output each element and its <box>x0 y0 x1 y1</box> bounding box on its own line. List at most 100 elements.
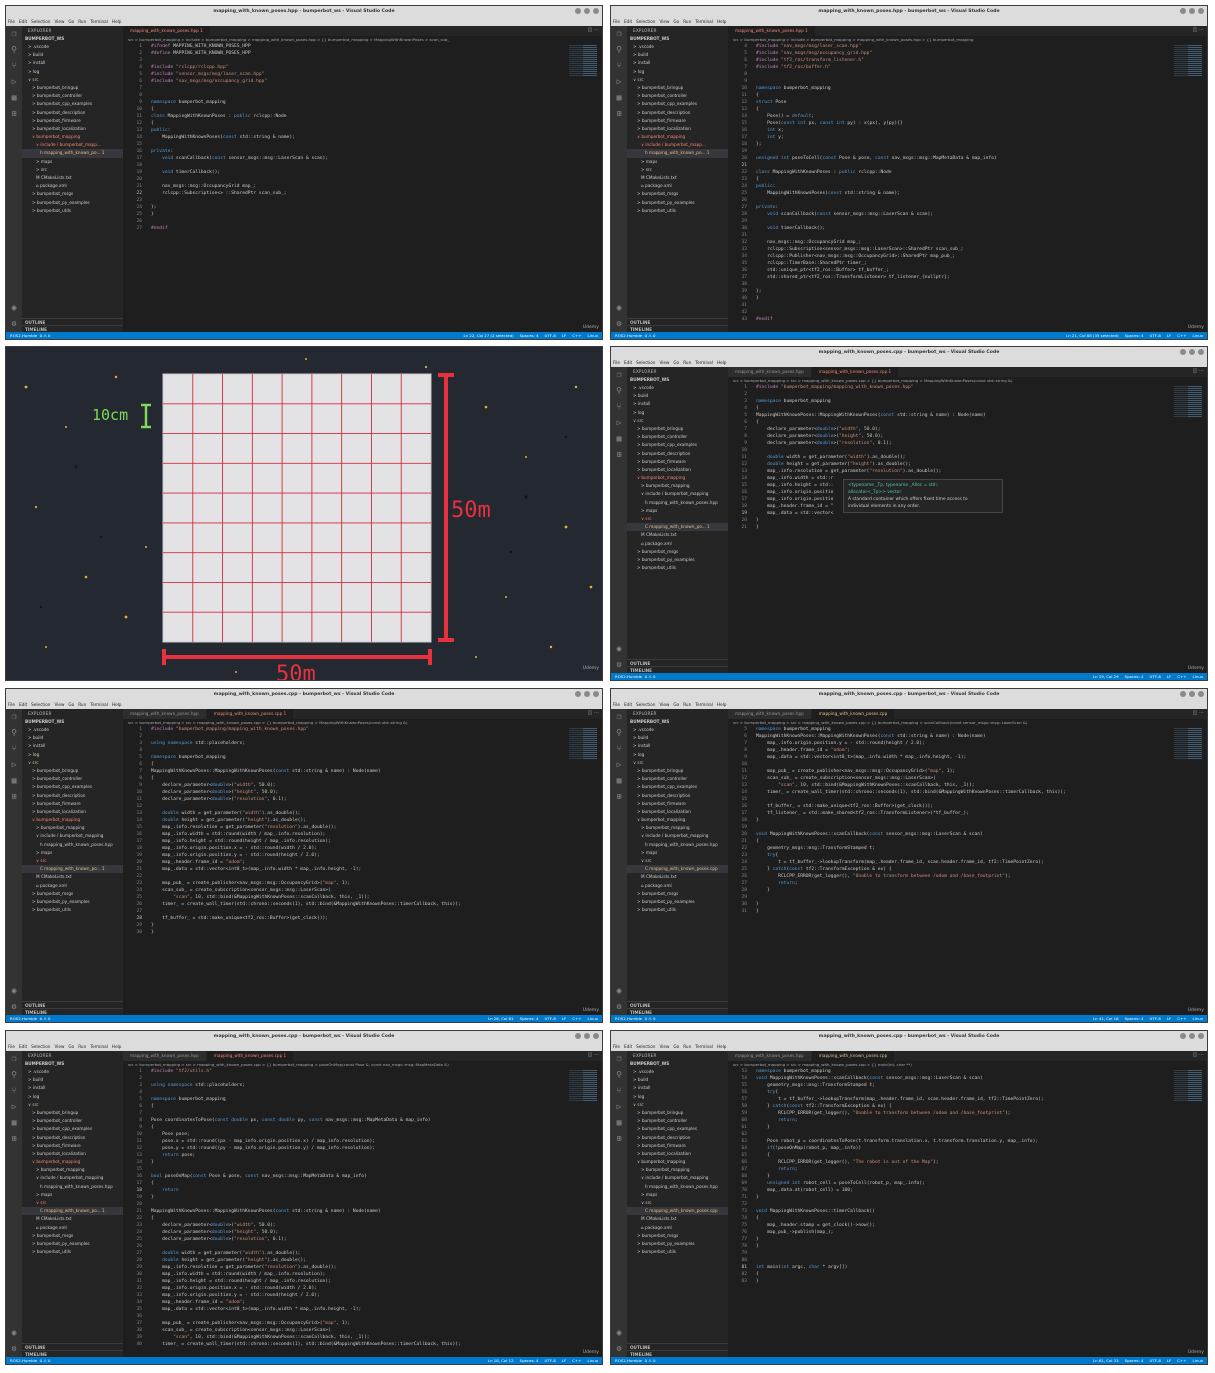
code-line[interactable]: 14} <box>123 1159 564 1166</box>
status-item[interactable]: C++ <box>1177 1016 1186 1021</box>
code-line[interactable]: 20 <box>123 176 564 183</box>
file-tree-item[interactable]: > bumperbot_msgs <box>627 548 728 556</box>
file-tree-item[interactable]: h mapping_with_known_poses.hpp <box>22 841 123 849</box>
split-editor-icon[interactable]: ◫ ⋯ <box>1193 368 1204 374</box>
code-line[interactable]: 22 class MappingWithKnownPoses : public r… <box>728 169 1169 176</box>
file-tree-item[interactable]: ∨ include / bumperbot_mapping <box>22 1174 123 1182</box>
code-line[interactable]: 19 <box>728 148 1169 155</box>
code-line[interactable]: 13 double width = get_parameter("width")… <box>123 810 564 817</box>
file-tree-item[interactable]: > maps <box>22 1191 123 1199</box>
minimap[interactable] <box>1174 45 1202 77</box>
outline-section[interactable]: OUTLINE <box>22 1343 123 1350</box>
code-line[interactable]: 37 std::shared_ptr<tf2_ros::TransformLis… <box>728 274 1169 281</box>
menu-item[interactable]: Edit <box>19 702 27 707</box>
code-line[interactable]: 12 <box>123 803 564 810</box>
source-control-icon[interactable]: ⑂ <box>611 399 627 415</box>
status-item[interactable]: Ln 28, Col 61 <box>488 1016 514 1021</box>
menu-item[interactable]: Go <box>673 360 679 365</box>
source-control-icon[interactable]: ⑂ <box>611 58 627 74</box>
file-tree-item[interactable]: > maps <box>627 158 728 166</box>
code-line[interactable]: 7 map_.info.origin.position.y = - std::r… <box>728 740 1169 747</box>
code-editor[interactable]: 1 #ifndef MAPPING_WITH_KNOWN_POSES_HPP 2 #d… <box>123 43 564 332</box>
code-line[interactable]: 78} <box>728 1243 1169 1250</box>
file-tree-item[interactable]: > bumperbot_cpp_examples <box>22 783 123 791</box>
file-tree-item[interactable]: > bumperbot_mapping <box>22 824 123 832</box>
code-line[interactable]: 75 map_.header.stamp = get_clock()->now(… <box>728 1222 1169 1229</box>
file-tree-item[interactable]: ∨ src <box>627 857 728 865</box>
file-tree-item[interactable]: > install <box>22 59 123 67</box>
status-item[interactable]: C++ <box>572 1358 581 1363</box>
account-icon[interactable]: ◉ <box>611 641 627 657</box>
menu-item[interactable]: Edit <box>19 1044 27 1049</box>
file-tree-item[interactable]: > bumperbot_cpp_examples <box>627 441 728 449</box>
run-debug-icon[interactable]: ▷ <box>6 757 22 773</box>
menu-item[interactable]: Run <box>683 702 691 707</box>
menu-item[interactable]: Selection <box>636 19 655 24</box>
code-line[interactable]: 5 namespace bumperbot_mapping <box>728 726 1169 733</box>
account-icon[interactable]: ◉ <box>611 1325 627 1341</box>
menu-item[interactable]: View <box>659 702 669 707</box>
code-line[interactable]: 56 try{ <box>728 1089 1169 1096</box>
code-line[interactable]: 21 map_.data = std::vector<int8_t>(map_.… <box>123 866 564 873</box>
file-tree-item[interactable]: > bumperbot_controller <box>22 775 123 783</box>
file-tree-item[interactable]: > bumperbot_firmware <box>22 1142 123 1150</box>
code-line[interactable]: 18}; <box>728 141 1169 148</box>
file-tree-item[interactable]: > log <box>22 1093 123 1101</box>
code-line[interactable]: 28 tf_buffer_ = std::make_unique<tf2_ros… <box>123 915 564 922</box>
search-icon[interactable]: ⚲ <box>611 42 627 58</box>
code-line[interactable]: 39 "scan", 10, std::bind(&MappingWithKno… <box>123 1334 564 1341</box>
file-tree-item[interactable]: > bumperbot_cpp_examples <box>627 783 728 791</box>
code-line[interactable]: 3 namespace bumperbot_mapping <box>728 398 1169 405</box>
file-tree-item[interactable]: > bumperbot_utils <box>627 906 728 914</box>
code-line[interactable]: 13 "scan", 10, std::bind(&MappingWithKno… <box>728 782 1169 789</box>
code-line[interactable]: 53 namespace bumperbot_mapping <box>728 1068 1169 1075</box>
code-line[interactable]: 12 pose.y = std::round((py - map_info.or… <box>123 1145 564 1152</box>
menu-item[interactable]: Edit <box>624 360 632 365</box>
status-item[interactable]: Ln 21, Col 88 (35 selected) <box>1066 333 1119 338</box>
menu-item[interactable]: File <box>613 702 620 707</box>
menu-item[interactable]: Go <box>68 19 74 24</box>
minimap[interactable] <box>569 45 597 77</box>
file-tree-item[interactable]: > bumperbot_description <box>627 109 728 117</box>
source-control-icon[interactable]: ⑂ <box>6 58 22 74</box>
status-item[interactable]: LF <box>1167 1358 1171 1363</box>
status-item[interactable]: Linux <box>1193 333 1203 338</box>
file-tree-item[interactable]: M CMakeLists.txt <box>627 873 728 881</box>
file-tree-item[interactable]: > build <box>22 51 123 59</box>
file-tree-item[interactable]: ⌂ package.xml <box>627 1224 728 1232</box>
file-tree-item[interactable]: ∨ src <box>627 1199 728 1207</box>
status-item[interactable]: Spaces: 4 <box>1125 1358 1144 1363</box>
file-tree-item[interactable]: > bumperbot_firmware <box>627 800 728 808</box>
file-tree-item[interactable]: M CMakeLists.txt <box>627 1215 728 1223</box>
file-tree-item[interactable]: > bumperbot_controller <box>627 433 728 441</box>
file-tree-item[interactable]: M CMakeLists.txt <box>22 873 123 881</box>
file-tree-item[interactable]: ∨ bumperbot_mapping <box>22 816 123 824</box>
remote-status[interactable]: ROS2.Humble <box>10 333 37 338</box>
menu-item[interactable]: Edit <box>624 1044 632 1049</box>
file-tree-item[interactable]: h mapping_with_known_poses.hpp <box>627 1183 728 1191</box>
code-line[interactable]: 23 { <box>728 176 1169 183</box>
file-tree-item[interactable]: > bumperbot_mapping <box>22 1166 123 1174</box>
timeline-section[interactable]: TIMELINE <box>22 325 123 332</box>
code-line[interactable]: 20 unsigned int poseToCell(const Pose & p… <box>728 155 1169 162</box>
file-tree-item[interactable]: > bumperbot_controller <box>22 92 123 100</box>
file-tree-item[interactable]: > bumperbot_cpp_examples <box>22 100 123 108</box>
run-debug-icon[interactable]: ▷ <box>611 1099 627 1115</box>
status-item[interactable]: C++ <box>1177 1358 1186 1363</box>
file-tree-item[interactable]: > bumperbot_bringup <box>627 767 728 775</box>
code-line[interactable]: 39}; <box>728 288 1169 295</box>
problems-count[interactable]: 0 ⚠ 0 <box>645 333 656 338</box>
status-item[interactable]: UTF-8 <box>1150 1016 1161 1021</box>
code-line[interactable]: 32 map_.info.origin.position.x = - std::… <box>123 1285 564 1292</box>
menu-item[interactable]: Terminal <box>695 19 713 24</box>
extensions-icon[interactable]: ▦ <box>611 90 627 106</box>
code-line[interactable]: 33 map_.info.origin.position.y = - std::… <box>123 1292 564 1299</box>
source-control-icon[interactable]: ⑂ <box>611 741 627 757</box>
code-line[interactable]: 5 namespace bumperbot_mapping <box>123 754 564 761</box>
code-line[interactable]: 7 #include "tf2_ros/buffer.h" <box>728 64 1169 71</box>
code-line[interactable]: 74 { <box>728 1215 1169 1222</box>
remote-status[interactable]: ROS2.Humble <box>615 1358 642 1363</box>
file-tree-item[interactable]: > maps <box>22 849 123 857</box>
problems-count[interactable]: 0 ⚠ 0 <box>645 1016 656 1021</box>
extensions-icon[interactable]: ▦ <box>611 773 627 789</box>
